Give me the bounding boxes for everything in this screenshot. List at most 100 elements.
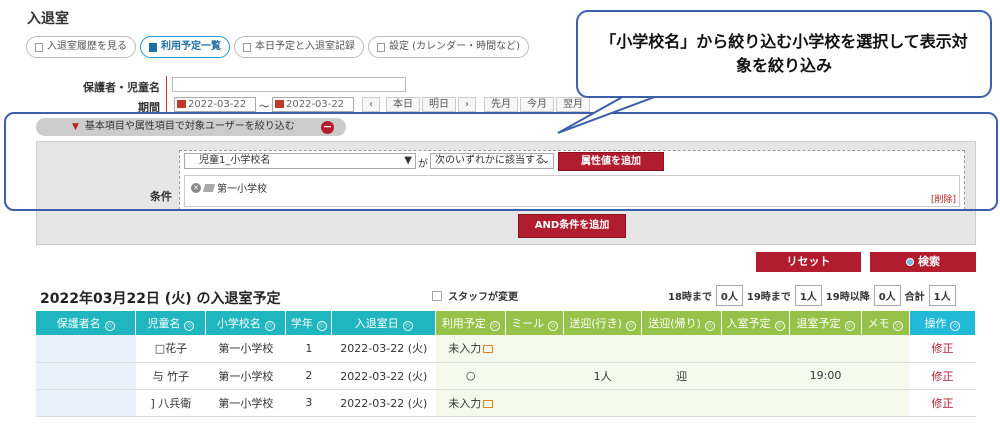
meal-cell [505,335,564,363]
sort-icon[interactable]: ◇ [774,321,785,331]
condition-area: 条件 児童1_小学校名 ▼ が 次のいずれかに該当する ⌄ 属性値を追加 ✕ 第一小… [36,141,976,245]
remove-value-icon[interactable]: ✕ [191,182,201,193]
date-from-input[interactable]: 2022-03-22 [174,97,256,112]
header-parent[interactable]: 保護者名 ◇ [36,311,137,335]
date-to-input[interactable]: 2022-03-22 [272,97,354,112]
tab-history[interactable]: 入退室履歴を見る [26,36,136,58]
plan-cell[interactable]: 未入力 [435,389,506,417]
calendar-icon [177,100,186,108]
filter-toggle[interactable]: ▼ 基本項目や属性項目で対象ユーザーを絞り込む [36,118,346,136]
header-pickup[interactable]: 送迎(行き) ◇ [563,311,643,335]
reset-button[interactable]: リセット [756,252,861,272]
period-label: 期間 [138,101,160,114]
sort-icon[interactable]: ◇ [264,321,275,331]
condition-label: 条件 [150,190,172,203]
collapse-icon[interactable]: − [321,121,334,134]
sort-icon[interactable]: ◇ [950,321,961,331]
prev-day-button[interactable]: ‹ [362,97,380,112]
prev-month-button[interactable]: 先月 [484,97,518,112]
memo-cell [861,389,910,417]
school-cell: 第一小学校 [205,389,286,417]
delete-link[interactable]: [削除] [931,192,956,205]
header-child[interactable]: 児童名 ◇ [135,311,207,335]
memo-cell [861,362,910,390]
doc-icon [35,42,43,52]
sort-icon[interactable]: ◇ [548,321,559,331]
today-button[interactable]: 本日 [386,97,420,112]
date-cell: 2022-03-22 (火) [331,335,436,363]
school-cell: 第一小学校 [205,335,286,363]
tomorrow-button[interactable]: 明日 [422,97,456,112]
plan-cell[interactable]: 未入力 [435,335,506,363]
dropoff-cell: 迎 [641,362,722,390]
schedule-table: 保護者名 ◇ 児童名 ◇ 小学校名 ◇ 学年 ◇ 入退室日 ◇ 利用予定 ◇ ミール ◇ 送迎… [36,311,977,417]
sort-icon[interactable]: ◇ [316,321,327,331]
sort-icon[interactable]: ◇ [184,321,195,331]
grade-cell: 2 [285,362,332,390]
mail-icon[interactable] [483,399,494,408]
count-value: 1人 [928,285,956,306]
edit-link[interactable]: 修正 [909,362,976,390]
memo-cell [861,335,910,363]
meal-cell [505,362,564,390]
parent-cell [36,362,136,390]
tab-today[interactable]: 本日予定と入退室記録 [234,36,364,58]
name-search-input[interactable] [172,77,406,92]
parent-cell [36,335,136,363]
edit-link[interactable]: 修正 [909,335,976,363]
header-out[interactable]: 退室予定 ◇ [789,311,862,335]
child-cell: ] 八兵衛 [135,389,206,417]
pickup-cell [563,335,642,363]
page-title: 入退室 [27,11,69,27]
staff-changed-checkbox[interactable]: スタッフが変更 [432,288,518,303]
sort-icon[interactable]: ◇ [893,321,904,331]
header-grade[interactable]: 学年 ◇ [285,311,333,335]
count-summary: 18時まで 0人 19時まで 1人 19時以降 0人 合計 1人 [668,285,956,306]
grade-cell: 3 [285,389,332,417]
pickup-cell [563,389,642,417]
in-cell [721,389,790,417]
header-date[interactable]: 入退室日 ◇ [331,311,437,335]
sort-icon[interactable]: ◇ [489,321,500,331]
count-value: 1人 [794,285,822,306]
bookmark-icon [149,42,157,52]
header-in[interactable]: 入室予定 ◇ [721,311,791,335]
header-dropoff[interactable]: 送迎(帰り) ◇ [641,311,723,335]
this-month-button[interactable]: 今月 [520,97,554,112]
header-action: 操作 ◇ [909,311,977,335]
table-row: ] 八兵衛 第一小学校 3 2022-03-22 (火) 未入力 修正 [36,389,976,417]
tab-schedule-list[interactable]: 利用予定一覧 [140,36,230,58]
header-school[interactable]: 小学校名 ◇ [205,311,287,335]
attribute-select[interactable]: 児童1_小学校名 ▼ [184,153,416,169]
header-memo[interactable]: メモ ◇ [861,311,910,335]
calendar-icon [275,100,284,108]
callout-annotation: 「小学校名」から絞り込む小学校を選択して表示対象を絞り込み [576,10,992,98]
header-meal[interactable]: ミール ◇ [505,311,565,335]
out-cell: 19:00 [789,362,862,390]
form-divider [166,76,167,112]
match-select[interactable]: 次のいずれかに該当する ⌄ [430,153,554,169]
search-button[interactable]: 検索 [870,252,976,272]
pickup-cell: 1人 [563,362,642,390]
dropoff-cell [641,335,722,363]
sort-icon[interactable]: ◇ [104,321,115,331]
meal-cell [505,389,564,417]
plan-cell[interactable]: ○ [435,362,506,390]
tab-settings[interactable]: 設定 (カレンダー・時間など) [368,36,529,58]
edit-link[interactable]: 修正 [909,389,976,417]
sort-icon[interactable]: ◇ [402,321,413,331]
parent-cell [36,389,136,417]
sort-icon[interactable]: ◇ [625,321,636,331]
chevron-down-icon: ⌄ [541,155,550,166]
sort-icon[interactable]: ◇ [704,321,715,331]
child-cell: □花子 [135,335,206,363]
add-attribute-value-button[interactable]: 属性値を追加 [558,152,664,171]
next-day-button[interactable]: › [458,97,476,112]
count-value: 0人 [873,285,901,306]
mail-icon[interactable] [483,345,494,354]
in-cell [721,362,790,390]
date-cell: 2022-03-22 (火) [331,362,436,390]
sort-icon[interactable]: ◇ [844,321,855,331]
add-and-condition-button[interactable]: AND条件を追加 [518,214,626,238]
header-plan[interactable]: 利用予定 ◇ [435,311,507,335]
